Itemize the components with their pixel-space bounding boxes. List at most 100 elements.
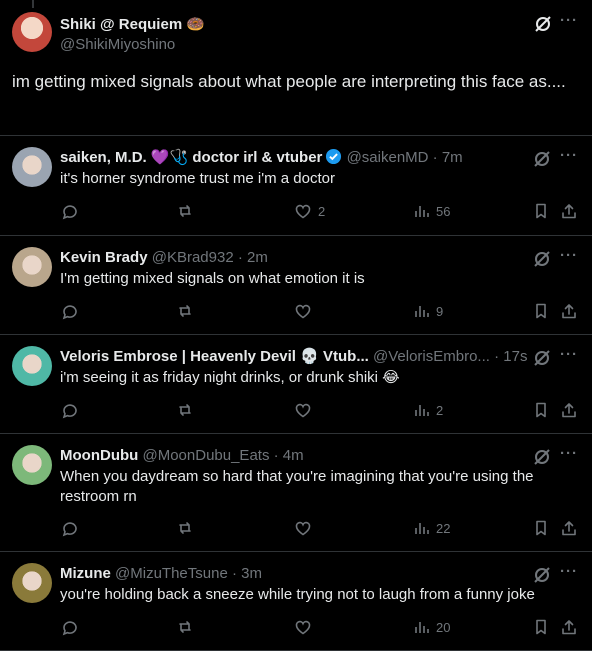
bookmark-button[interactable] <box>532 518 550 538</box>
bookmark-button[interactable] <box>532 400 550 420</box>
views-button[interactable]: 2 <box>412 400 443 420</box>
meta-separator: · <box>494 348 500 365</box>
verified-badge-icon <box>326 148 342 165</box>
reply-text: you're holding back a sneeze while tryin… <box>60 586 535 603</box>
reply-timestamp[interactable]: 4m <box>283 447 304 464</box>
meta-separator: · <box>273 447 279 464</box>
more-icon[interactable]: ··· <box>560 147 578 164</box>
reply-handle[interactable]: @saikenMD <box>347 149 429 166</box>
reply-actions: 2 56 <box>60 201 578 221</box>
avatar[interactable] <box>12 445 52 485</box>
grok-icon[interactable] <box>532 565 552 585</box>
views-icon <box>415 306 429 317</box>
reply-timestamp[interactable]: 7m <box>442 149 463 166</box>
reply-handle[interactable]: @VelorisEmbro... <box>373 348 490 365</box>
like-button[interactable] <box>294 617 318 637</box>
more-icon[interactable]: ··· <box>560 247 578 264</box>
reply-item[interactable]: Veloris Embrose | Heavenly Devil 💀 Vtub.… <box>0 334 592 434</box>
reply-text: i'm seeing it as friday night drinks, or… <box>60 369 400 386</box>
bookmark-icon <box>536 303 546 319</box>
retweet-button[interactable] <box>176 617 194 637</box>
like-button[interactable] <box>294 518 318 538</box>
reply-item[interactable]: saiken, M.D. 💜🩺 doctor irl & vtuber @sai… <box>0 135 592 236</box>
more-icon[interactable]: ··· <box>560 445 578 462</box>
bookmark-icon <box>536 520 546 536</box>
reply-timestamp[interactable]: 2m <box>247 249 268 266</box>
bookmark-icon <box>536 203 546 219</box>
share-button[interactable] <box>560 617 578 637</box>
avatar[interactable] <box>12 12 52 52</box>
meta-separator: · <box>237 249 243 266</box>
reply-author-name[interactable]: MoonDubu <box>60 447 138 464</box>
reply-button[interactable] <box>60 301 78 321</box>
grok-icon[interactable] <box>532 249 552 269</box>
reply-actions: 20 <box>60 617 578 637</box>
reply-button[interactable] <box>60 400 78 420</box>
grok-icon[interactable] <box>532 447 552 467</box>
view-count: 22 <box>436 520 451 536</box>
reply-author-name[interactable]: Veloris Embrose | Heavenly Devil 💀 Vtub.… <box>60 348 369 365</box>
reply-timestamp[interactable]: 17s <box>503 348 527 365</box>
reply-button[interactable] <box>60 518 78 538</box>
like-button[interactable] <box>294 400 318 420</box>
more-icon[interactable]: ··· <box>560 563 578 580</box>
reply-handle[interactable]: @KBrad932 <box>152 249 234 266</box>
like-icon <box>295 521 311 536</box>
views-button[interactable]: 56 <box>412 201 450 221</box>
avatar[interactable] <box>12 147 52 187</box>
like-button[interactable] <box>294 301 318 321</box>
grok-icon[interactable] <box>532 149 552 169</box>
view-count: 9 <box>436 303 444 319</box>
more-icon[interactable]: ··· <box>560 346 578 363</box>
share-icon <box>562 304 576 319</box>
avatar[interactable] <box>12 346 52 386</box>
retweet-button[interactable] <box>176 201 194 221</box>
reply-handle[interactable]: @MizuTheTsune <box>115 565 228 582</box>
reply-timestamp[interactable]: 3m <box>241 565 262 582</box>
views-button[interactable]: 20 <box>412 617 450 637</box>
share-icon <box>562 620 576 635</box>
share-button[interactable] <box>560 400 578 420</box>
avatar[interactable] <box>12 563 52 603</box>
main-post: Shiki @ Requiem 🍩 @ShikiMiyoshino ··· im… <box>0 0 592 136</box>
share-icon <box>562 204 576 219</box>
bookmark-button[interactable] <box>532 201 550 221</box>
bookmark-button[interactable] <box>532 301 550 321</box>
retweet-button[interactable] <box>176 518 194 538</box>
meta-separator: · <box>432 149 438 166</box>
like-icon <box>295 620 311 635</box>
like-count: 2 <box>318 203 326 219</box>
share-button[interactable] <box>560 518 578 538</box>
share-button[interactable] <box>560 201 578 221</box>
share-icon <box>562 403 576 418</box>
share-button[interactable] <box>560 301 578 321</box>
grok-icon[interactable] <box>533 14 553 34</box>
bookmark-button[interactable] <box>532 617 550 637</box>
reply-author-name[interactable]: saiken, M.D. 💜🩺 doctor irl & vtuber <box>60 149 322 166</box>
reply-item[interactable]: Mizune @MizuTheTsune · 3m ··· you're hol… <box>0 551 592 651</box>
reply-item[interactable]: MoonDubu @MoonDubu_Eats · 4m ··· When yo… <box>0 433 592 552</box>
reply-author-name[interactable]: Kevin Brady <box>60 249 148 266</box>
author-handle[interactable]: @ShikiMiyoshino <box>60 36 175 53</box>
retweet-icon <box>179 522 191 534</box>
like-icon <box>295 304 311 319</box>
author-name[interactable]: Shiki @ Requiem 🍩 <box>60 15 205 33</box>
reply-handle[interactable]: @MoonDubu_Eats <box>142 447 269 464</box>
like-button[interactable]: 2 <box>294 201 325 221</box>
grok-icon[interactable] <box>532 348 552 368</box>
reply-button[interactable] <box>60 617 78 637</box>
retweet-button[interactable] <box>176 400 194 420</box>
avatar[interactable] <box>12 247 52 287</box>
more-icon[interactable]: ··· <box>560 12 578 29</box>
reply-author-name[interactable]: Mizune <box>60 565 111 582</box>
bookmark-icon <box>536 619 546 635</box>
reply-item[interactable]: Kevin Brady @KBrad932 · 2m ··· I'm getti… <box>0 235 592 335</box>
views-button[interactable]: 9 <box>412 301 443 321</box>
views-button[interactable]: 22 <box>412 518 450 538</box>
reply-header: Kevin Brady @KBrad932 · 2m <box>60 248 536 268</box>
views-icon <box>415 523 429 534</box>
retweet-icon <box>179 404 191 416</box>
reply-text: I'm getting mixed signals on what emotio… <box>60 270 365 287</box>
retweet-button[interactable] <box>176 301 194 321</box>
reply-button[interactable] <box>60 201 78 221</box>
